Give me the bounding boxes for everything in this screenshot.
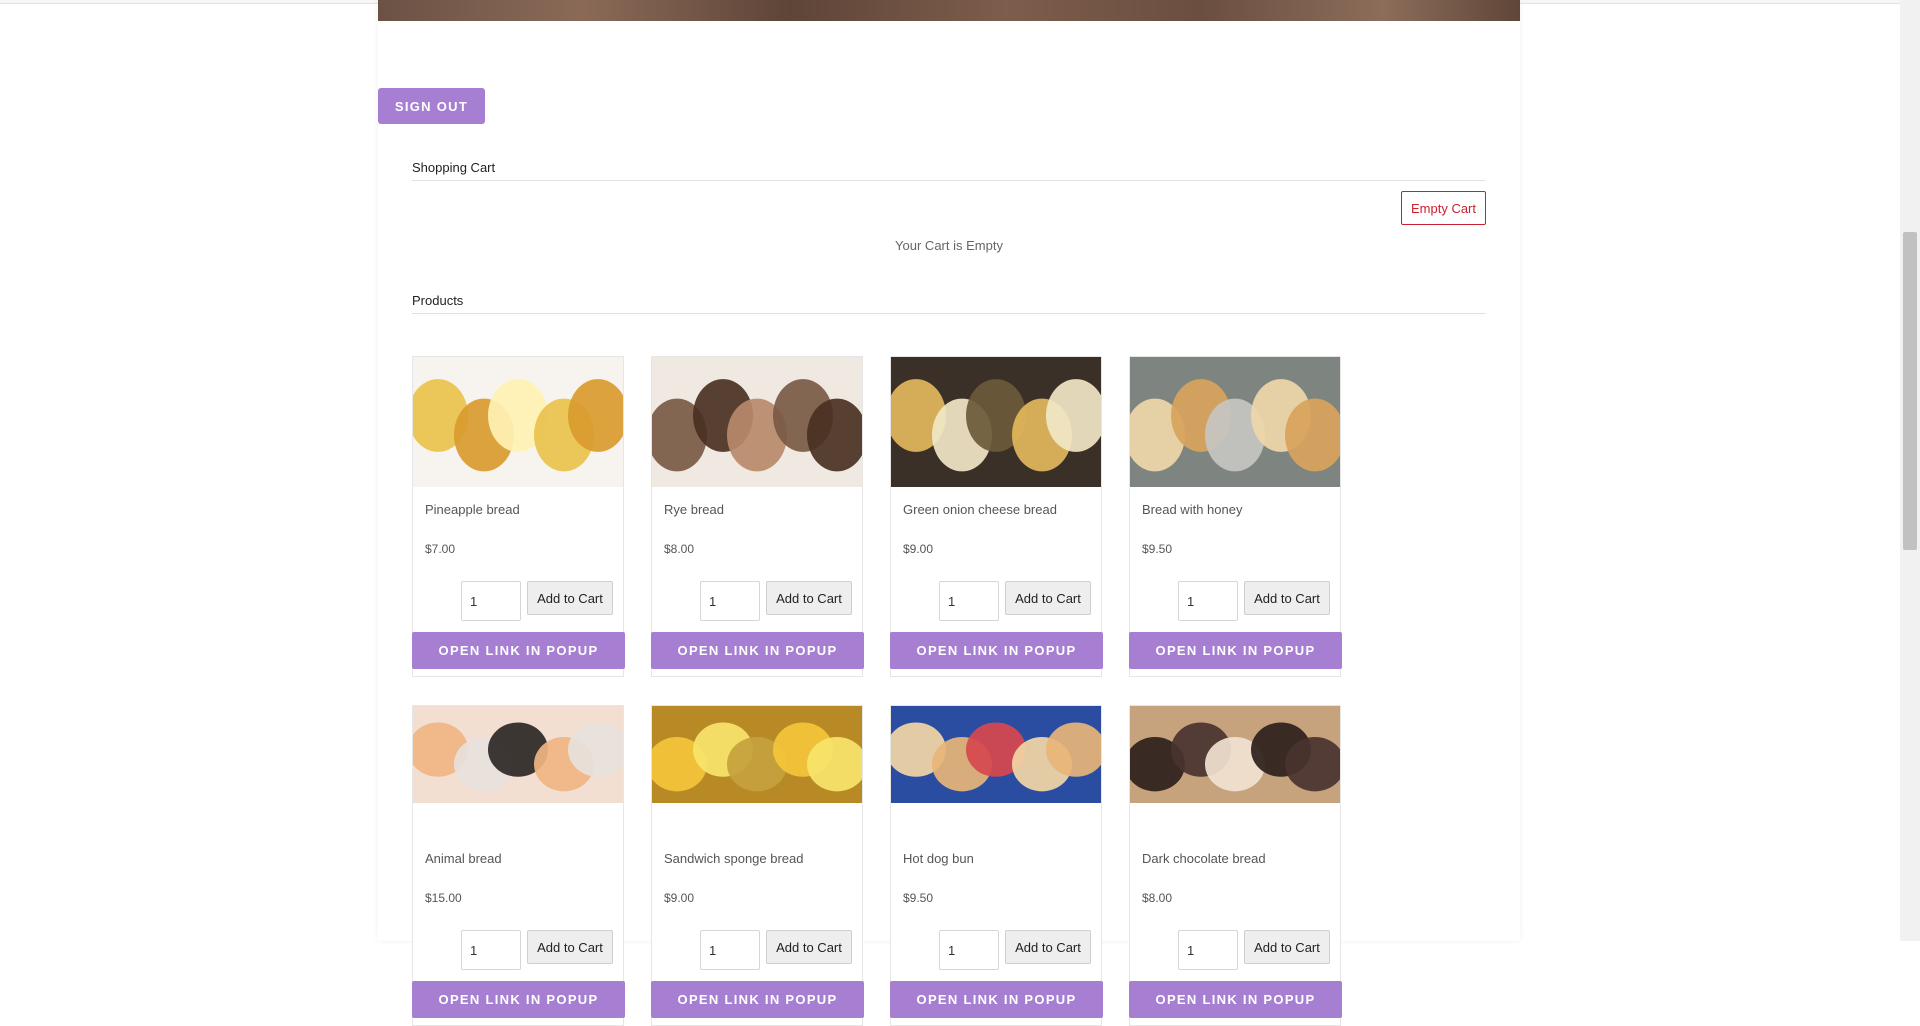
products-section: Products	[412, 293, 1486, 314]
add-to-cart-button[interactable]: Add to Cart	[527, 930, 613, 964]
cart-empty-message: Your Cart is Empty	[895, 238, 1003, 253]
open-link-in-popup-button[interactable]: OPEN LINK IN POPUP	[651, 981, 864, 1018]
quantity-input[interactable]	[939, 581, 999, 621]
product-price: $9.50	[903, 891, 934, 905]
quantity-input[interactable]	[700, 581, 760, 621]
quantity-input[interactable]	[700, 930, 760, 970]
product-price: $9.50	[1142, 542, 1173, 556]
product-card: Hot dog bun $9.50 Add to Cart OPEN LINK IN …	[890, 705, 1103, 1026]
product-image[interactable]	[413, 357, 623, 487]
product-card: Green onion cheese bread $9.00 Add to Cart…	[890, 356, 1103, 677]
product-name: Animal bread	[425, 851, 502, 866]
product-card: Pineapple bread $7.00 Add to Cart OPEN LINK…	[412, 356, 625, 677]
quantity-input[interactable]	[461, 581, 521, 621]
product-name: Hot dog bun	[903, 851, 974, 866]
product-name: Green onion cheese bread	[903, 502, 1057, 517]
product-name: Dark chocolate bread	[1142, 851, 1266, 866]
product-image[interactable]	[891, 357, 1101, 487]
sign-out-button[interactable]: SIGN OUT	[378, 88, 485, 124]
product-card: Animal bread $15.00 Add to Cart OPEN LINK I…	[412, 705, 625, 1026]
quantity-input[interactable]	[1178, 581, 1238, 621]
cart-title: Shopping Cart	[412, 160, 1486, 181]
add-to-cart-button[interactable]: Add to Cart	[1244, 930, 1330, 964]
product-price: $7.00	[425, 542, 456, 556]
open-link-in-popup-button[interactable]: OPEN LINK IN POPUP	[1129, 632, 1342, 669]
product-image[interactable]	[1130, 706, 1340, 836]
vertical-scrollbar[interactable]	[1900, 0, 1920, 941]
product-card: Sandwich sponge bread $9.00 Add to Cart OPE…	[651, 705, 864, 1026]
page-shell: SIGN OUT Shopping Cart Empty Cart Your C…	[378, 0, 1520, 1026]
scrollbar-thumb[interactable]	[1903, 232, 1917, 550]
product-price: $8.00	[664, 542, 695, 556]
product-image[interactable]	[891, 706, 1101, 836]
open-link-in-popup-button[interactable]: OPEN LINK IN POPUP	[890, 981, 1103, 1018]
product-image[interactable]	[1130, 357, 1340, 487]
empty-cart-button[interactable]: Empty Cart	[1400, 191, 1486, 225]
product-name: Sandwich sponge bread	[664, 851, 804, 866]
hero-banner-image	[378, 0, 1520, 21]
product-name: Bread with honey	[1142, 502, 1243, 517]
open-link-in-popup-button[interactable]: OPEN LINK IN POPUP	[412, 632, 625, 669]
product-card: Rye bread $8.00 Add to Cart OPEN LINK IN PO…	[651, 356, 864, 677]
product-price: $8.00	[1142, 891, 1173, 905]
add-to-cart-button[interactable]: Add to Cart	[1005, 581, 1091, 615]
product-name: Rye bread	[664, 502, 724, 517]
product-price: $9.00	[664, 891, 695, 905]
cart-section: Shopping Cart	[412, 160, 1486, 181]
product-card: Bread with honey $9.50 Add to Cart OPEN LIN…	[1129, 356, 1342, 677]
add-to-cart-button[interactable]: Add to Cart	[766, 930, 852, 964]
open-link-in-popup-button[interactable]: OPEN LINK IN POPUP	[412, 981, 625, 1018]
open-link-in-popup-button[interactable]: OPEN LINK IN POPUP	[651, 632, 864, 669]
products-title: Products	[412, 293, 1486, 314]
open-link-in-popup-button[interactable]: OPEN LINK IN POPUP	[1129, 981, 1342, 1018]
product-price: $15.00	[425, 891, 462, 905]
quantity-input[interactable]	[1178, 930, 1238, 970]
product-price: $9.00	[903, 542, 934, 556]
quantity-input[interactable]	[939, 930, 999, 970]
open-link-in-popup-button[interactable]: OPEN LINK IN POPUP	[890, 632, 1103, 669]
quantity-input[interactable]	[461, 930, 521, 970]
product-name: Pineapple bread	[425, 502, 520, 517]
product-image[interactable]	[413, 706, 623, 836]
add-to-cart-button[interactable]: Add to Cart	[766, 581, 852, 615]
product-card: Dark chocolate bread $8.00 Add to Cart OPEN…	[1129, 705, 1342, 1026]
product-image[interactable]	[652, 357, 862, 487]
product-image[interactable]	[652, 706, 862, 836]
add-to-cart-button[interactable]: Add to Cart	[527, 581, 613, 615]
add-to-cart-button[interactable]: Add to Cart	[1005, 930, 1091, 964]
add-to-cart-button[interactable]: Add to Cart	[1244, 581, 1330, 615]
